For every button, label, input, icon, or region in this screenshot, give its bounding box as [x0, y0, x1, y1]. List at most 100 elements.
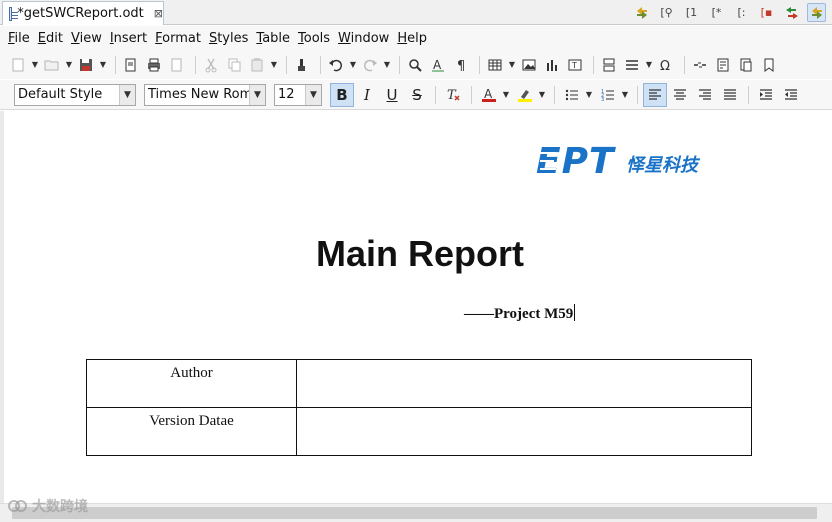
menu-window[interactable]: Window: [334, 31, 393, 46]
menu-edit[interactable]: Edit: [34, 31, 67, 46]
close-tab-icon[interactable]: ⊠: [154, 7, 163, 20]
clone-formatting-icon[interactable]: [292, 55, 312, 75]
menu-help[interactable]: Help: [393, 31, 431, 46]
bracket-colon-icon[interactable]: [:: [732, 3, 751, 22]
exchange-icon[interactable]: [782, 3, 801, 22]
search-bracket-icon[interactable]: [⚲: [657, 3, 676, 22]
font-color-button[interactable]: A: [477, 83, 501, 107]
insert-chart-icon[interactable]: [542, 55, 562, 75]
footnote-icon[interactable]: [713, 55, 733, 75]
cut-icon[interactable]: [201, 55, 221, 75]
menu-file[interactable]: File: [4, 31, 34, 46]
text-cursor: [574, 304, 576, 321]
justify-button[interactable]: [718, 83, 742, 107]
export-pdf-icon[interactable]: [121, 55, 141, 75]
watermark: 大数跨境: [8, 496, 88, 516]
insert-field-icon[interactable]: [622, 55, 642, 75]
decrease-indent-button[interactable]: [779, 83, 803, 107]
bracket-one-icon[interactable]: [1: [682, 3, 701, 22]
scrollbar-thumb[interactable]: [12, 507, 817, 519]
hyperlink-icon[interactable]: [690, 55, 710, 75]
comment-icon[interactable]: [736, 55, 756, 75]
font-size-select[interactable]: 12 ▼: [274, 83, 322, 106]
new-dropdown-icon[interactable]: ▼: [31, 55, 39, 75]
page-break-icon[interactable]: [599, 55, 619, 75]
align-center-button[interactable]: [668, 83, 692, 107]
svg-text:A: A: [484, 87, 493, 101]
open-folder-icon[interactable]: [42, 55, 62, 75]
separator: [435, 85, 436, 104]
increase-indent-button[interactable]: [754, 83, 778, 107]
save-icon[interactable]: [76, 55, 96, 75]
font-name-select[interactable]: Times New Roma ▼: [144, 83, 266, 106]
strikethrough-button[interactable]: S: [405, 83, 429, 107]
insert-textbox-icon[interactable]: T: [565, 55, 585, 75]
align-left-button[interactable]: [643, 82, 667, 107]
print-preview-icon[interactable]: [167, 55, 187, 75]
undo-dropdown-icon[interactable]: ▼: [349, 55, 357, 75]
sync-icon[interactable]: [632, 3, 651, 22]
special-character-icon[interactable]: Ω: [656, 55, 676, 75]
svg-text:¶: ¶: [457, 59, 465, 73]
menu-styles[interactable]: Styles: [205, 31, 252, 46]
align-right-button[interactable]: [693, 83, 717, 107]
redo-dropdown-icon[interactable]: ▼: [383, 55, 391, 75]
italic-button[interactable]: I: [355, 83, 379, 107]
paragraph-style-value: Default Style: [18, 87, 103, 102]
document-tab[interactable]: *getSWCReport.odt ⊠: [2, 1, 164, 25]
find-replace-icon[interactable]: [405, 55, 425, 75]
save-dropdown-icon[interactable]: ▼: [99, 55, 107, 75]
table-cell-value[interactable]: [296, 359, 752, 408]
new-document-icon[interactable]: [8, 55, 28, 75]
link-editor-icon[interactable]: [807, 3, 826, 22]
font-color-dropdown-icon[interactable]: ▼: [502, 85, 510, 105]
highlight-dropdown-icon[interactable]: ▼: [538, 85, 546, 105]
paste-icon[interactable]: [247, 55, 267, 75]
chevron-down-icon[interactable]: ▼: [249, 84, 265, 105]
highlight-color-button[interactable]: [513, 83, 537, 107]
bracket-red-icon[interactable]: [▪: [757, 3, 776, 22]
field-dropdown-icon[interactable]: ▼: [645, 55, 653, 75]
print-icon[interactable]: [144, 55, 164, 75]
bracket-star-icon[interactable]: [*: [707, 3, 726, 22]
table-dropdown-icon[interactable]: ▼: [508, 55, 516, 75]
menu-view[interactable]: View: [67, 31, 106, 46]
bookmark-icon[interactable]: [759, 55, 779, 75]
clear-formatting-button[interactable]: T: [441, 83, 465, 107]
ordered-list-button[interactable]: 123: [596, 83, 620, 107]
paste-dropdown-icon[interactable]: ▼: [270, 55, 278, 75]
menu-tools[interactable]: Tools: [294, 31, 334, 46]
separator: [748, 85, 749, 104]
standard-toolbar: ▼ ▼ ▼ ▼ ▼ ▼ A ¶ ▼ T ▼ Ω: [0, 50, 832, 79]
menu-insert[interactable]: Insert: [106, 31, 151, 46]
chevron-down-icon[interactable]: ▼: [305, 84, 321, 105]
ordered-list-dropdown-icon[interactable]: ▼: [621, 85, 629, 105]
perspective-toolbar: [⚲ [1 [* [: [▪: [632, 3, 826, 22]
spelling-icon[interactable]: A: [428, 55, 448, 75]
table-row: Version Datae: [86, 407, 752, 456]
unordered-list-button[interactable]: [560, 83, 584, 107]
table-cell-label[interactable]: Author: [86, 359, 297, 408]
table-cell-value[interactable]: [296, 407, 752, 456]
chevron-down-icon[interactable]: ▼: [119, 84, 135, 105]
bold-button[interactable]: B: [330, 82, 354, 107]
formatting-marks-icon[interactable]: ¶: [451, 55, 471, 75]
menu-bar: File Edit View Insert Format Styles Tabl…: [0, 26, 832, 50]
document-canvas[interactable]: EPT 怿星科技 Main Report ——Project M59 Autho…: [0, 111, 832, 503]
unordered-list-dropdown-icon[interactable]: ▼: [585, 85, 593, 105]
svg-text:A: A: [433, 58, 442, 72]
redo-icon[interactable]: [360, 55, 380, 75]
separator: [115, 55, 116, 74]
undo-icon[interactable]: [326, 55, 346, 75]
open-dropdown-icon[interactable]: ▼: [65, 55, 73, 75]
menu-table[interactable]: Table: [252, 31, 294, 46]
svg-text:怿星科技: 怿星科技: [626, 155, 701, 176]
underline-button[interactable]: U: [380, 83, 404, 107]
menu-format[interactable]: Format: [151, 31, 205, 46]
table-cell-label[interactable]: Version Datae: [86, 407, 297, 456]
insert-image-icon[interactable]: [519, 55, 539, 75]
copy-icon[interactable]: [224, 55, 244, 75]
horizontal-scrollbar[interactable]: [0, 503, 832, 522]
paragraph-style-select[interactable]: Default Style ▼: [14, 83, 136, 106]
insert-table-icon[interactable]: [485, 55, 505, 75]
